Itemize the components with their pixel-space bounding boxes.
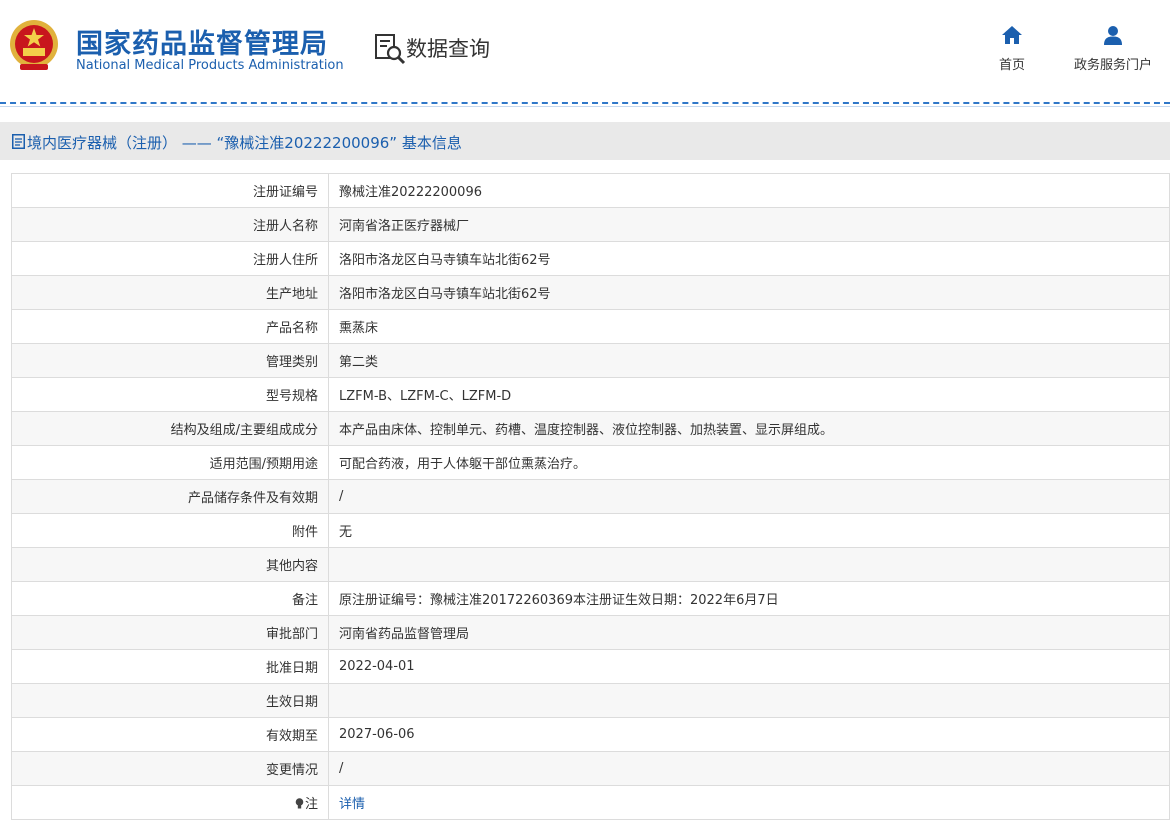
field-value: 可配合药液，用于人体躯干部位熏蒸治疗。 <box>328 445 1170 480</box>
field-value <box>328 683 1170 718</box>
nav-portal-link[interactable]: 政务服务门户 <box>1062 24 1164 73</box>
field-label: 审批部门 <box>11 615 329 650</box>
table-row: 注册人名称 河南省洛正医疗器械厂 <box>11 207 1170 242</box>
nav-home-link[interactable]: 首页 <box>990 24 1034 73</box>
field-label: 变更情况 <box>11 751 329 786</box>
nav-portal-label: 政务服务门户 <box>1073 58 1152 73</box>
field-label: 生产地址 <box>11 275 329 310</box>
field-label: 适用范围/预期用途 <box>11 445 329 480</box>
user-icon <box>1104 26 1122 45</box>
field-value: 本产品由床体、控制单元、药槽、温度控制器、液位控制器、加热装置、显示屏组成。 <box>328 411 1170 446</box>
field-value: 无 <box>328 513 1170 548</box>
field-label: 生效日期 <box>11 683 329 718</box>
page-title: 境内医疗器械（注册） —— “豫械注准20222200096” 基本信息 <box>27 134 462 152</box>
table-row: 产品名称 熏蒸床 <box>11 309 1170 344</box>
field-value: 第二类 <box>328 343 1170 378</box>
field-label: 管理类别 <box>11 343 329 378</box>
table-row: 管理类别 第二类 <box>11 343 1170 378</box>
document-icon <box>12 134 25 149</box>
table-row: 注 详情 <box>11 785 1170 820</box>
record-title-bar: 境内医疗器械（注册） —— “豫械注准20222200096” 基本信息 <box>0 122 1170 160</box>
field-label: 产品储存条件及有效期 <box>11 479 329 514</box>
field-value: 2027-06-06 <box>328 717 1170 752</box>
table-row: 备注 原注册证编号：豫械注准20172260369本注册证生效日期：2022年6… <box>11 581 1170 616</box>
field-value: 2022-04-01 <box>328 649 1170 684</box>
nav-home-label: 首页 <box>998 58 1025 73</box>
field-label: 附件 <box>11 513 329 548</box>
table-row: 注册人住所 洛阳市洛龙区白马寺镇车站北街62号 <box>11 241 1170 276</box>
table-row: 型号规格 LZFM-B、LZFM-C、LZFM-D <box>11 377 1170 412</box>
table-row: 有效期至 2027-06-06 <box>11 717 1170 752</box>
field-label: 结构及组成/主要组成成分 <box>11 411 329 446</box>
site-name-cn: 国家药品监督管理局 <box>76 29 328 60</box>
table-row: 批准日期 2022-04-01 <box>11 649 1170 684</box>
site-name-en: National Medical Products Administration <box>76 58 344 73</box>
details-link[interactable]: 详情 <box>339 797 365 812</box>
registration-info-table: 注册证编号 豫械注准20222200096 注册人名称 河南省洛正医疗器械厂 注… <box>11 173 1170 820</box>
field-value: 原注册证编号：豫械注准20172260369本注册证生效日期：2022年6月7日 <box>328 581 1170 616</box>
table-row: 审批部门 河南省药品监督管理局 <box>11 615 1170 650</box>
table-row: 生产地址 洛阳市洛龙区白马寺镇车站北街62号 <box>11 275 1170 310</box>
note-label-cell: 注 <box>11 785 329 820</box>
table-row: 附件 无 <box>11 513 1170 548</box>
field-value <box>328 547 1170 582</box>
table-row: 适用范围/预期用途 可配合药液，用于人体躯干部位熏蒸治疗。 <box>11 445 1170 480</box>
field-label: 批准日期 <box>11 649 329 684</box>
table-row: 变更情况 / <box>11 751 1170 786</box>
table-row: 生效日期 <box>11 683 1170 718</box>
note-value-cell: 详情 <box>328 785 1170 820</box>
field-value: 河南省药品监督管理局 <box>328 615 1170 650</box>
data-query-icon <box>375 34 406 65</box>
field-label: 型号规格 <box>11 377 329 412</box>
field-label: 备注 <box>11 581 329 616</box>
field-value: 河南省洛正医疗器械厂 <box>328 207 1170 242</box>
header-divider-thin <box>0 106 1170 107</box>
field-value: LZFM-B、LZFM-C、LZFM-D <box>328 377 1170 412</box>
table-row: 结构及组成/主要组成成分 本产品由床体、控制单元、药槽、温度控制器、液位控制器、… <box>11 411 1170 446</box>
field-value: 熏蒸床 <box>328 309 1170 344</box>
field-value: 豫械注准20222200096 <box>328 173 1170 208</box>
site-header: 国家药品监督管理局 National Medical Products Admi… <box>0 0 1170 107</box>
field-label: 产品名称 <box>11 309 329 344</box>
header-divider <box>0 102 1170 104</box>
table-row: 注册证编号 豫械注准20222200096 <box>11 173 1170 208</box>
table-row: 其他内容 <box>11 547 1170 582</box>
field-label: 注 <box>304 797 318 812</box>
field-label: 其他内容 <box>11 547 329 582</box>
field-label: 有效期至 <box>11 717 329 752</box>
national-emblem-icon <box>10 20 58 70</box>
field-label: 注册人住所 <box>11 241 329 276</box>
field-label: 注册证编号 <box>11 173 329 208</box>
bulb-icon <box>295 798 304 809</box>
table-row: 产品储存条件及有效期 / <box>11 479 1170 514</box>
data-query-title: 数据查询 <box>406 37 490 61</box>
field-value: 洛阳市洛龙区白马寺镇车站北街62号 <box>328 241 1170 276</box>
field-value: / <box>328 479 1170 514</box>
field-value: / <box>328 751 1170 786</box>
field-label: 注册人名称 <box>11 207 329 242</box>
home-icon <box>1002 26 1022 44</box>
field-value: 洛阳市洛龙区白马寺镇车站北街62号 <box>328 275 1170 310</box>
